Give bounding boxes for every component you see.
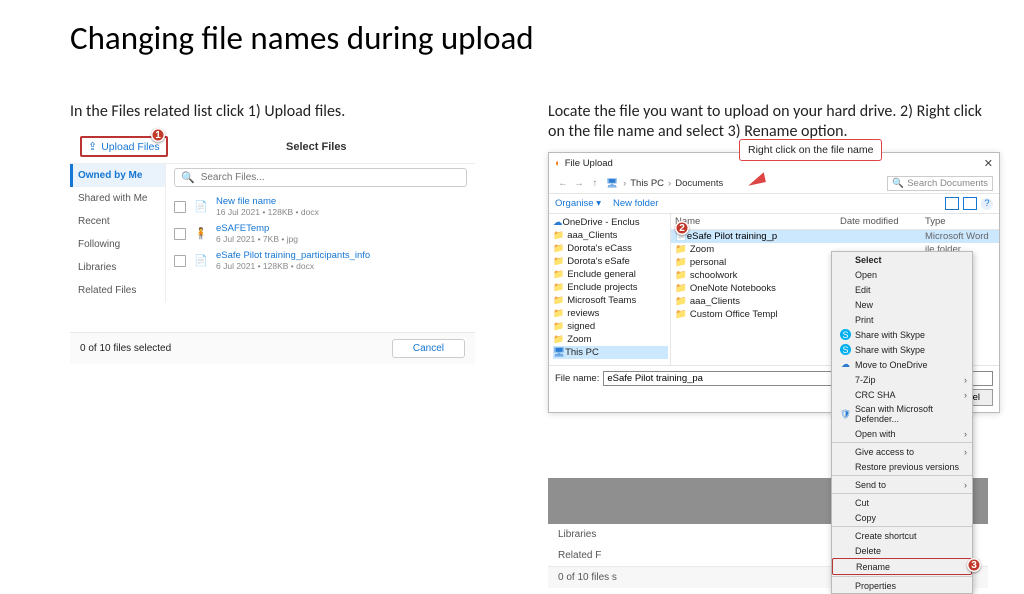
select-files-dialog: 1 ⇪ Upload Files Select Files Owned by M… xyxy=(70,130,475,364)
tree-item[interactable]: 📁Enclude projects xyxy=(553,281,668,294)
col-datemod[interactable]: Date modified xyxy=(840,216,925,227)
bg-status: 0 of 10 files s xyxy=(558,572,617,583)
context-item[interactable]: CRC SHA xyxy=(832,387,972,402)
tree-item[interactable]: ☁OneDrive - Enclus xyxy=(553,216,668,229)
sidebar-item-related[interactable]: Related Files xyxy=(70,279,165,302)
tree-item[interactable]: 📁Microsoft Teams xyxy=(553,294,668,307)
preview-icon[interactable] xyxy=(963,197,977,210)
search-docs-placeholder[interactable]: Search Documents xyxy=(907,178,988,189)
file-upload-dialog: Right click on the file name ◐ File Uplo… xyxy=(548,152,1000,413)
tree-item[interactable]: 🖥This PC xyxy=(553,346,668,359)
context-item[interactable]: Send to xyxy=(832,477,972,492)
context-item[interactable]: Edit xyxy=(832,282,972,297)
context-item[interactable]: Select xyxy=(832,252,972,267)
tree-item[interactable]: 📁reviews xyxy=(553,307,668,320)
context-item[interactable]: Print xyxy=(832,312,972,327)
context-item[interactable]: Rename3 xyxy=(832,558,972,575)
context-item[interactable]: Cut xyxy=(832,495,972,510)
checkbox[interactable] xyxy=(174,201,186,213)
back-icon[interactable]: ← xyxy=(555,178,571,189)
context-item[interactable]: Create shortcut xyxy=(832,528,972,543)
right-instruction: Locate the file you want to upload on yo… xyxy=(548,102,988,142)
tree-item[interactable]: 📁Dorota's eCass xyxy=(553,242,668,255)
context-item[interactable]: SShare with Skype xyxy=(832,327,972,342)
col-name[interactable]: Name xyxy=(675,216,840,227)
pc-icon: 🖥 xyxy=(606,178,618,189)
step-badge-2: 2 xyxy=(675,221,689,235)
sidebar-item-following[interactable]: Following xyxy=(70,233,165,256)
address-bar[interactable]: ← → ↑ 🖥 ›This PC ›Documents 🔍 Search Doc… xyxy=(549,174,999,194)
tree-item[interactable]: 📁Enclude general xyxy=(553,268,668,281)
tree-item[interactable]: 📁Dorota's eSafe xyxy=(553,255,668,268)
bg-libraries: Libraries xyxy=(558,529,596,540)
step-badge-1: 1 xyxy=(151,128,165,142)
upload-icon: ⇪ xyxy=(88,140,97,153)
context-item[interactable]: New xyxy=(832,297,972,312)
file-icon: 📄 xyxy=(192,197,210,217)
dialog-title: Select Files xyxy=(286,141,347,153)
left-instruction: In the Files related list click 1) Uploa… xyxy=(70,102,510,122)
col-type[interactable]: Type xyxy=(925,216,995,227)
cancel-button[interactable]: Cancel xyxy=(392,339,465,358)
view-icon[interactable] xyxy=(945,197,959,210)
context-item[interactable]: Open xyxy=(832,267,972,282)
step-badge-3: 3 xyxy=(967,558,981,572)
context-item[interactable]: Open with xyxy=(832,426,972,441)
file-listing: Name Date modified Type 📄eSafe Pilot tra… xyxy=(671,214,999,365)
breadcrumb-pc[interactable]: This PC xyxy=(630,178,664,189)
sidebar-item-recent[interactable]: Recent xyxy=(70,210,165,233)
close-icon[interactable]: ✕ xyxy=(984,157,993,170)
callout-tip: Right click on the file name xyxy=(739,139,882,161)
folder-tree: ☁OneDrive - Enclus📁aaa_Clients📁Dorota's … xyxy=(549,214,671,365)
file-name-label: File name: xyxy=(555,373,599,384)
breadcrumb-docs[interactable]: Documents xyxy=(675,178,723,189)
search-input[interactable] xyxy=(199,171,460,184)
sidebar-item-owned[interactable]: Owned by Me xyxy=(70,164,165,187)
file-row[interactable]: 📄 eSafe Pilot training_participants_info… xyxy=(174,247,467,274)
dialog-title: File Upload xyxy=(565,158,613,169)
file-scope-sidebar: Owned by Me Shared with Me Recent Follow… xyxy=(70,164,166,302)
upload-files-label: Upload Files xyxy=(101,141,159,153)
file-row[interactable]: 📄 New file name16 Jul 2021 • 128KB • doc… xyxy=(174,193,467,220)
context-item[interactable]: 7-Zip xyxy=(832,372,972,387)
context-item[interactable]: ☁Move to OneDrive xyxy=(832,357,972,372)
new-folder-button[interactable]: New folder xyxy=(613,198,658,209)
sidebar-item-libraries[interactable]: Libraries xyxy=(70,256,165,279)
file-row[interactable]: 🧍 eSAFETemp6 Jul 2021 • 7KB • jpg xyxy=(174,220,467,247)
tree-item[interactable]: 📁Zoom xyxy=(553,333,668,346)
slide-title: Changing file names during upload xyxy=(70,18,534,58)
context-item[interactable]: Properties xyxy=(832,578,972,593)
file-search[interactable]: 🔍 xyxy=(174,168,467,187)
context-item[interactable]: Copy xyxy=(832,510,972,525)
selection-status: 0 of 10 files selected xyxy=(80,343,171,354)
up-icon[interactable]: ↑ xyxy=(587,178,603,189)
context-item[interactable]: Delete xyxy=(832,543,972,558)
bg-related: Related F xyxy=(558,550,601,561)
context-item[interactable]: SShare with Skype xyxy=(832,342,972,357)
tree-item[interactable]: 📁aaa_Clients xyxy=(553,229,668,242)
firefox-icon: ◐ xyxy=(555,158,561,169)
context-item[interactable]: Give access to xyxy=(832,444,972,459)
search-icon: 🔍 xyxy=(181,171,195,184)
list-row[interactable]: 📄eSafe Pilot training_pMicrosoft Word xyxy=(671,230,999,243)
context-item[interactable]: 🛡Scan with Microsoft Defender... xyxy=(832,402,972,426)
file-icon: 📄 xyxy=(192,251,210,271)
context-menu: SelectOpenEditNewPrintSShare with SkypeS… xyxy=(831,251,973,594)
search-icon: 🔍 xyxy=(892,178,904,189)
help-icon[interactable]: ? xyxy=(981,198,993,210)
tree-item[interactable]: 📁signed xyxy=(553,320,668,333)
checkbox[interactable] xyxy=(174,255,186,267)
checkbox[interactable] xyxy=(174,228,186,240)
file-icon: 🧍 xyxy=(192,224,210,244)
forward-icon[interactable]: → xyxy=(571,178,587,189)
context-item[interactable]: Restore previous versions xyxy=(832,459,972,474)
sidebar-item-shared[interactable]: Shared with Me xyxy=(70,187,165,210)
organise-menu[interactable]: Organise ▾ xyxy=(555,198,601,209)
